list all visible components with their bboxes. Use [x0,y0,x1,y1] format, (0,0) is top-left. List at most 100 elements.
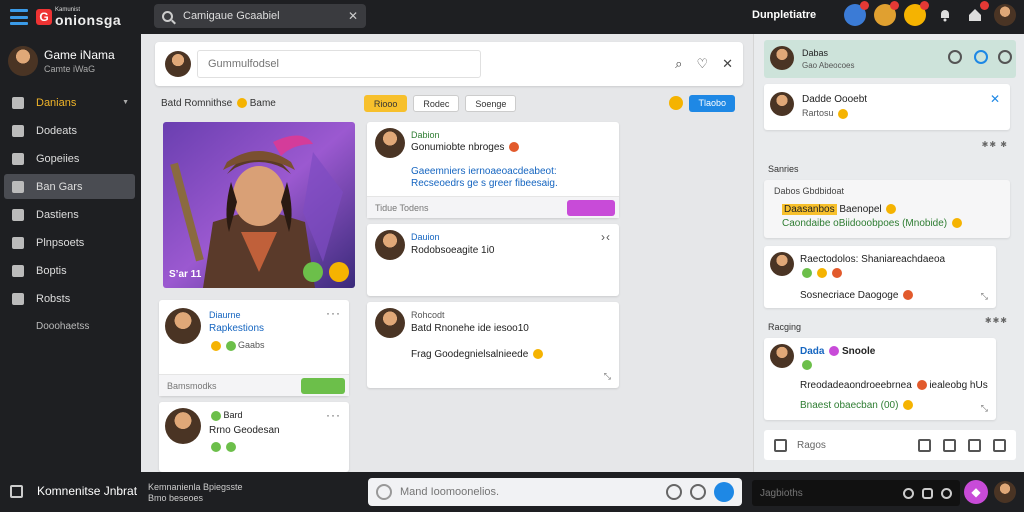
post-footer-text: Tidue Todens [375,203,429,213]
gif-icon[interactable] [968,438,981,452]
emoji-icon [886,204,897,215]
post-headline: Gonumiobte nbroges [411,142,520,153]
emoji-icon [916,380,927,391]
sidebar-item-dastiens[interactable]: Dastiens [4,202,135,227]
call-icon[interactable] [974,50,988,64]
trophy-icon[interactable] [874,1,899,26]
more-icon[interactable]: ✱✱ ✱ [982,140,1008,149]
target-icon[interactable] [941,487,952,499]
sidebar-item-gopeiies[interactable]: Gopeiies [4,146,135,171]
sidebar-item-danians[interactable]: Danians ▼ [4,90,135,115]
play-icon[interactable] [303,262,323,282]
reaction-badge[interactable] [301,378,345,394]
image-icon[interactable] [943,438,956,452]
window-icon[interactable] [922,487,933,499]
link-icon[interactable] [993,438,1006,452]
post-author: Dauion [411,232,440,242]
top-user-label[interactable]: Dunpletiatre [752,9,816,21]
chat-card[interactable]: Dadde Oooebt Rartosu ✕ [764,84,1010,130]
sidebar-item-label: Robsts [36,292,71,305]
bottom-search-input[interactable] [760,487,895,499]
close-icon[interactable]: ✕ [722,56,733,72]
emoji-icon [211,410,221,421]
bookmark-icon[interactable] [774,438,787,452]
breadcrumb-text: Batd Romnithse [161,97,233,109]
chat-card-emojis [800,268,842,279]
search-icon[interactable]: ⌕ [675,56,682,72]
filter-chip[interactable]: Rodec [413,94,460,112]
post-card[interactable]: Dauion Rodobsoeagite 1i0 ›‹ [367,224,619,296]
post-meta-text: Gaabs [238,340,265,350]
more-icon[interactable]: ··· [326,306,341,320]
section-title: Sanries [768,164,799,174]
post-body-text: Frag Goodegnielsalnieede [411,349,529,360]
expand-icon[interactable]: ⤡ [604,371,611,382]
expand-icon[interactable]: ⤡ [981,291,988,302]
reaction-badge[interactable] [567,200,615,216]
emoji-icon [509,142,520,153]
close-icon[interactable]: ✕ [990,92,1000,106]
post-author: Rohcodt [411,310,445,320]
search-input[interactable] [183,10,348,22]
search-icon[interactable] [903,487,914,499]
menu-icon[interactable] [10,9,28,25]
chat-card[interactable]: Raectodolos: Shaniareachdaeoa Sosnecriac… [764,246,996,308]
chat-toolbar-label: Ragos [797,439,826,451]
list-icon [12,208,24,221]
chat-card[interactable]: Dabos Gbdbidoat Daasanbos Baenopel Caond… [764,180,1010,238]
sidebar-item-ban-gars[interactable]: Ban Gars [4,174,135,199]
chat-header[interactable]: Dabas Gao Abeocoes [764,40,1016,78]
emoji-icon [951,218,962,229]
post-author: Dabion [411,130,440,140]
chat-card[interactable]: Dada Snoole Rreodadeaondroeebrnea iealeo… [764,338,996,420]
search-bar[interactable]: ✕ [154,4,366,28]
coin-icon[interactable] [904,1,929,26]
search-icon[interactable] [948,50,962,64]
user-avatar[interactable] [994,4,1016,26]
coin-icon [669,96,684,110]
post-input[interactable] [197,50,481,78]
edit-icon[interactable] [918,438,931,452]
sidebar-sub-label[interactable]: Dooohaetss [0,321,141,332]
post-card[interactable]: Rohcodt Batd Rnonehe ide iesoo10 Frag Go… [367,302,619,388]
filter-chip[interactable]: Soenge [465,94,517,112]
coin-icon[interactable] [329,262,349,282]
expand-icon[interactable]: ⤡ [981,403,988,414]
sidebar-item-label: Ban Gars [36,180,83,193]
emoji-icon [838,108,849,119]
message-input[interactable] [400,486,658,498]
post-body-line: Recseoedrs ge s greer fibeesaig. [411,178,558,189]
settings-icon[interactable] [690,484,706,500]
bell-icon[interactable] [934,4,956,26]
heart-icon[interactable]: ♡ [696,56,708,72]
more-icon[interactable]: ✱✱✱ [985,316,1008,325]
attach-icon[interactable] [666,484,682,500]
hero-image[interactable]: S’ar 11 [163,122,355,288]
post-card[interactable]: Dabion Gonumiobte nbroges Gaeemniers ier… [367,122,619,218]
filter-chip[interactable]: Riooo [363,94,408,112]
more-icon[interactable]: ··· [326,408,341,422]
action-button[interactable]: Tlaobo [689,94,735,112]
sidebar-item-boptis[interactable]: Boptis [4,258,135,283]
help-icon[interactable] [998,50,1012,64]
avatar [375,308,405,338]
chat-card-line-text: Caondaibe oBiidooobpoes (Mnobide) [782,218,948,229]
user-avatar[interactable] [994,481,1016,503]
emoji-icon[interactable] [376,484,392,500]
sidebar-profile[interactable]: Game iNama Camte iWaG [0,34,141,84]
post-card[interactable]: Diaurne Rapkestions Gaabs ··· Bamsmodks [159,300,349,396]
sidebar-item-robsts[interactable]: Robsts [4,286,135,311]
compose-button[interactable]: ◆ [964,480,988,504]
bottom-search [752,480,960,506]
home-icon[interactable] [964,1,989,26]
send-button[interactable] [714,482,734,502]
sidebar-item-dodeats[interactable]: Dodeats [4,118,135,143]
sidebar-item-plnpsoets[interactable]: Plnpsoets [4,230,135,255]
bottom-left[interactable]: Komnenitse Jnbrat [10,484,137,498]
globe-icon[interactable] [844,1,869,26]
app-logo[interactable]: G Kamunist onionsga [36,7,121,27]
chevron-icon[interactable]: ›‹ [601,230,611,244]
post-card[interactable]: Bard Rrno Geodesan ··· [159,402,349,472]
logo-text: onionsga [55,12,122,28]
close-icon[interactable]: ✕ [348,9,358,23]
